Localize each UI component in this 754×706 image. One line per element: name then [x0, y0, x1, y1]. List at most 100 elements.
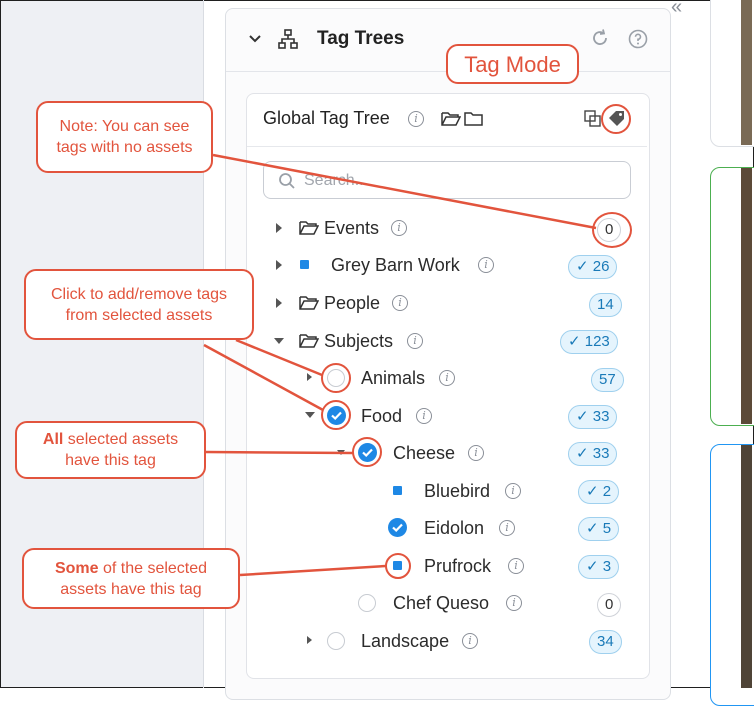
info-icon[interactable]: i [505, 483, 521, 499]
badge-count: 33 [592, 408, 610, 425]
unselected-checkbox[interactable] [358, 594, 376, 612]
info-icon[interactable]: i [416, 408, 432, 424]
asset-thumbnail [741, 0, 752, 145]
badge-count: 5 [602, 520, 612, 537]
checkmark-icon: ✓ [576, 445, 593, 462]
callout-text: of the selected [98, 559, 208, 577]
partial-select-checkbox[interactable] [389, 482, 407, 500]
folder-open-icon [299, 294, 320, 317]
expand-caret-icon[interactable] [276, 223, 282, 233]
callout-some-selected: Some of the selected assets have this ta… [22, 548, 240, 609]
callout-text: from selected assets [65, 306, 213, 324]
badge-count: 123 [584, 333, 610, 350]
callout-text: Some of the selected [55, 558, 207, 579]
tag-label-landscape[interactable]: Landscape [361, 631, 449, 652]
tag-label-food[interactable]: Food [361, 406, 402, 427]
asset-mode-icon[interactable] [584, 110, 602, 133]
checkbox-highlight-ring [352, 437, 382, 467]
expand-caret-icon[interactable] [307, 373, 312, 381]
tag-count-badge: ✓ 123 [560, 330, 618, 354]
tag-count-badge: 34 [589, 630, 622, 654]
info-icon[interactable]: i [508, 558, 524, 574]
expand-caret-icon[interactable] [276, 260, 282, 270]
tag-label-bluebird[interactable]: Bluebird [424, 481, 490, 502]
partial-select-checkbox[interactable] [296, 256, 314, 274]
callout-text: Click to add/remove tags [50, 285, 228, 303]
tag-label-events[interactable]: Events [324, 218, 379, 239]
tag-label-eidolon[interactable]: Eidolon [424, 518, 484, 539]
checkmark-icon: ✓ [586, 520, 603, 537]
callout-text: selected assets [63, 431, 179, 448]
all-selected-checkbox[interactable] [388, 518, 407, 537]
tag-count-badge: 57 [591, 368, 624, 392]
info-icon[interactable]: i [499, 520, 515, 536]
unselected-checkbox[interactable] [327, 632, 345, 650]
info-icon[interactable]: i [478, 257, 494, 273]
tag-count-badge: ✓ 26 [568, 255, 618, 279]
tag-label-animals[interactable]: Animals [361, 368, 425, 389]
tag-label-people[interactable]: People [324, 293, 380, 314]
asset-thumbnail [741, 168, 752, 424]
badge-count: 3 [602, 558, 612, 575]
folder-icon[interactable] [464, 110, 484, 133]
tag-count-badge: ✓ 2 [578, 480, 620, 504]
hierarchy-icon [278, 29, 298, 54]
callout-text: Tag Mode [464, 51, 561, 77]
tag-label-prufrock[interactable]: Prufrock [424, 556, 491, 577]
panel-title: Tag Trees [317, 28, 405, 49]
search-input[interactable] [302, 170, 606, 192]
tree-title: Global Tag Tree [263, 108, 390, 128]
zero-count-highlight-ring [592, 212, 632, 248]
refresh-icon[interactable] [590, 28, 610, 53]
callout-text: tags with no assets [56, 139, 193, 156]
collapse-caret-icon[interactable] [305, 412, 315, 418]
info-icon[interactable]: i [407, 333, 423, 349]
info-icon[interactable]: i [392, 295, 408, 311]
checkmark-icon [392, 523, 403, 533]
folder-open-icon [299, 332, 320, 355]
search-icon [278, 172, 296, 195]
expand-caret-icon[interactable] [276, 298, 282, 308]
collapse-caret-icon[interactable] [337, 450, 345, 455]
checkmark-icon: ✓ [568, 333, 585, 350]
checkbox-highlight-ring [321, 363, 351, 393]
collapse-panel-icon[interactable]: « [671, 0, 682, 19]
asset-thumbnail [741, 445, 752, 688]
tag-label-chef-queso[interactable]: Chef Queso [393, 593, 489, 614]
callout-all-selected: All selected assets have this tag [15, 421, 206, 479]
tag-count-badge: ✓ 33 [568, 405, 618, 429]
chevron-down-icon[interactable] [248, 31, 262, 49]
info-icon[interactable]: i [462, 633, 478, 649]
info-icon[interactable]: i [439, 370, 455, 386]
checkbox-highlight-ring [321, 400, 351, 430]
callout-text: assets have this tag [60, 580, 202, 598]
tag-label-subjects[interactable]: Subjects [324, 331, 393, 352]
info-icon[interactable]: i [506, 595, 522, 611]
badge-count: 2 [602, 483, 612, 500]
callout-click-to-add: Click to add/remove tags from selected a… [24, 269, 254, 340]
info-icon[interactable]: i [391, 220, 407, 236]
tag-count-badge: ✓ 33 [568, 442, 618, 466]
tag-label-grey-barn-work[interactable]: Grey Barn Work [331, 255, 460, 276]
callout-bold-text: Some [54, 559, 99, 577]
help-icon[interactable] [628, 29, 648, 54]
tag-mode-highlight-ring [601, 104, 631, 134]
tag-count-badge: ✓ 3 [578, 555, 620, 579]
info-icon[interactable]: i [468, 445, 484, 461]
checkmark-icon: ✓ [586, 483, 603, 500]
badge-count: 26 [592, 258, 610, 275]
checkmark-icon: ✓ [586, 558, 603, 575]
callout-bold-text: All [42, 431, 64, 448]
info-icon[interactable]: i [408, 111, 424, 127]
callout-note: Note: You can see tags with no assets [36, 101, 213, 173]
folder-open-icon [299, 219, 320, 242]
tag-label-cheese[interactable]: Cheese [393, 443, 455, 464]
tag-search-box[interactable] [263, 161, 631, 199]
tag-count-badge: ✓ 5 [578, 517, 620, 541]
card-divider [247, 146, 647, 147]
folder-open-icon[interactable] [441, 110, 462, 133]
checkbox-highlight-ring [385, 553, 411, 579]
expand-caret-icon[interactable] [307, 636, 312, 644]
callout-text: have this tag [65, 452, 156, 469]
collapse-caret-icon[interactable] [274, 338, 284, 344]
